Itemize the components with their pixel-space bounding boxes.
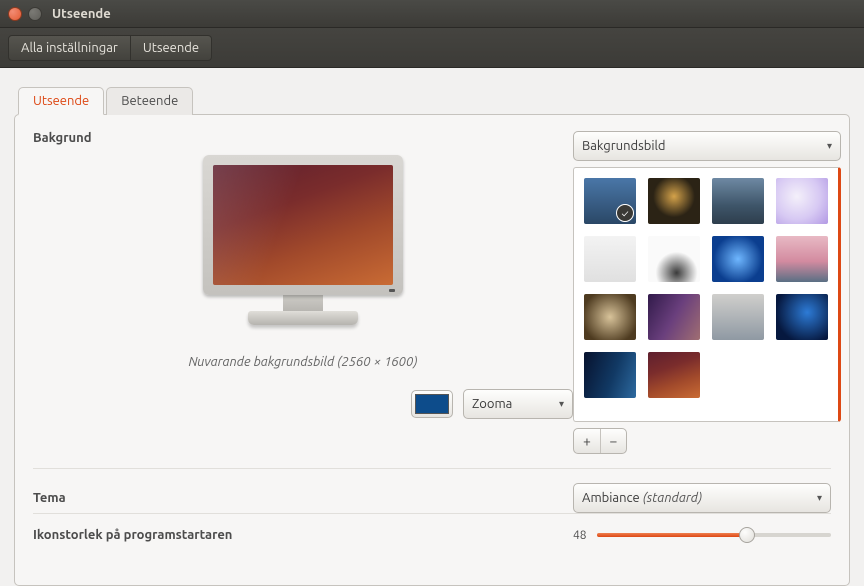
- wallpaper-thumb[interactable]: [712, 294, 764, 340]
- window-controls: [8, 7, 42, 21]
- wallpaper-thumb[interactable]: [776, 178, 828, 224]
- wallpaper-grid-frame: [573, 167, 841, 422]
- chevron-down-icon: ▾: [559, 398, 564, 410]
- toolbar: Alla inställningar Utseende: [0, 28, 864, 68]
- background-caption: Nuvarande bakgrundsbild (2560 × 1600): [188, 355, 417, 369]
- wallpaper-grid: [584, 178, 828, 398]
- theme-select-value: Ambiance (standard): [582, 491, 702, 505]
- monitor-stand-base: [248, 311, 358, 325]
- add-remove-group: + −: [573, 428, 627, 454]
- tabs: Utseende Beteende: [18, 86, 850, 114]
- slider-thumb[interactable]: [739, 527, 755, 543]
- breadcrumb-current[interactable]: Utseende: [131, 35, 212, 61]
- minimize-button[interactable]: [28, 7, 42, 21]
- close-button[interactable]: [8, 7, 22, 21]
- wallpaper-source-select[interactable]: Bakgrundsbild ▾: [573, 131, 841, 161]
- wallpaper-thumb[interactable]: [584, 294, 636, 340]
- monitor-screen: [213, 165, 393, 285]
- tab-behavior[interactable]: Beteende: [106, 87, 193, 115]
- add-wallpaper-button[interactable]: +: [574, 429, 600, 453]
- theme-select[interactable]: Ambiance (standard) ▾: [573, 483, 831, 513]
- chevron-down-icon: ▾: [827, 140, 832, 152]
- icon-size-value: 48: [573, 529, 587, 542]
- wallpaper-thumb[interactable]: [648, 178, 700, 224]
- zoom-select-value: Zooma: [472, 397, 512, 411]
- wallpaper-thumb[interactable]: [648, 352, 700, 398]
- monitor-preview: Nuvarande bakgrundsbild (2560 × 1600): [33, 155, 573, 369]
- chevron-down-icon: ▾: [817, 492, 822, 504]
- monitor-stand-neck: [283, 293, 323, 311]
- tab-look[interactable]: Utseende: [18, 87, 104, 115]
- wallpaper-thumb[interactable]: [648, 236, 700, 282]
- wallpaper-thumb[interactable]: [584, 352, 636, 398]
- background-label: Bakgrund: [33, 131, 573, 145]
- color-swatch-button[interactable]: [411, 390, 453, 418]
- titlebar: Utseende: [0, 0, 864, 28]
- icon-size-slider[interactable]: [597, 533, 831, 537]
- wallpaper-thumb[interactable]: [584, 178, 636, 224]
- all-settings-button[interactable]: Alla inställningar: [8, 35, 131, 61]
- wallpaper-thumb[interactable]: [584, 236, 636, 282]
- monitor-led-icon: [389, 289, 395, 292]
- theme-row: Tema Ambiance (standard) ▾: [33, 468, 831, 513]
- window-title: Utseende: [52, 7, 111, 21]
- slider-fill: [597, 533, 747, 537]
- wallpaper-thumb[interactable]: [712, 236, 764, 282]
- look-panel: Bakgrund Nuvarande bakgrundsbild (2560 ×…: [14, 114, 850, 586]
- monitor-frame: [203, 155, 403, 295]
- wallpaper-source-value: Bakgrundsbild: [582, 139, 666, 153]
- wallpaper-thumb[interactable]: [776, 236, 828, 282]
- zoom-select[interactable]: Zooma ▾: [463, 389, 573, 419]
- wallpaper-thumb[interactable]: [648, 294, 700, 340]
- theme-label: Tema: [33, 491, 573, 505]
- icon-size-label: Ikonstorlek på programstartaren: [33, 528, 573, 542]
- wallpaper-thumb[interactable]: [712, 178, 764, 224]
- remove-wallpaper-button[interactable]: −: [600, 429, 626, 453]
- content: Utseende Beteende Bakgrund Nuvarande bak…: [0, 68, 864, 586]
- color-swatch: [415, 394, 449, 414]
- wallpaper-thumb[interactable]: [776, 294, 828, 340]
- icon-size-row: Ikonstorlek på programstartaren 48: [33, 513, 831, 542]
